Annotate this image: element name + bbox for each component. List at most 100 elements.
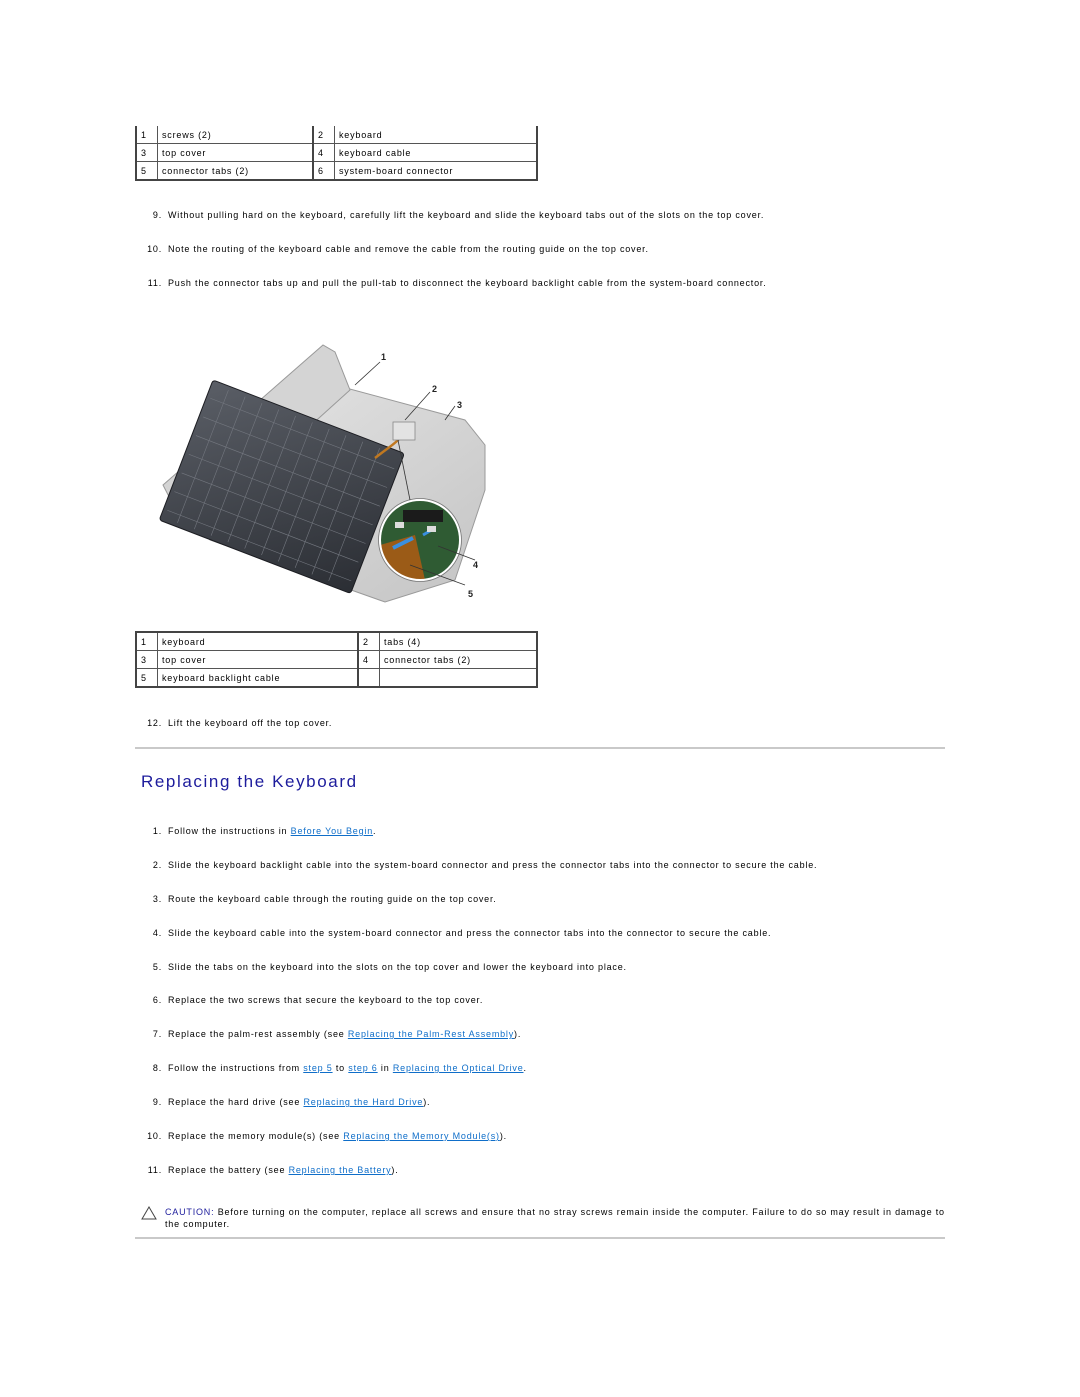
section-divider (135, 747, 945, 749)
section-divider-bottom (135, 1237, 945, 1239)
callout-table-2: 1 keyboard 2 tabs (4) 3 top cover 4 conn… (135, 631, 538, 688)
step-text: ). (391, 1165, 399, 1175)
memory-modules-link[interactable]: Replacing the Memory Module(s) (343, 1131, 500, 1141)
step-text: Replace the two screws that secure the k… (168, 995, 484, 1005)
callout-label: top cover (157, 143, 314, 162)
step-number: 9. (152, 210, 162, 220)
step-text: Replace the battery (see (168, 1165, 289, 1175)
step-number: 12. (147, 718, 162, 728)
callout-number: 1 (135, 126, 158, 144)
replace-step-4: 4. Slide the keyboard cable into the syst… (140, 928, 940, 938)
callout-number: 6 (312, 161, 335, 181)
callout-1-label: 1 (381, 352, 387, 362)
replace-step-7: 7. Replace the palm-rest assembly (see Re… (140, 1029, 940, 1039)
step-text: Replace the memory module(s) (see (168, 1131, 344, 1141)
palm-rest-assembly-link[interactable]: Replacing the Palm-Rest Assembly (348, 1029, 514, 1039)
callout-number: 5 (135, 668, 158, 688)
step-number: 11. (147, 1165, 162, 1175)
callout-label: keyboard (157, 631, 359, 651)
table-row: 5 connector tabs (2) 6 system-board conn… (135, 161, 538, 181)
callout-label: tabs (4) (379, 631, 538, 651)
callout-number: 2 (312, 126, 335, 144)
step-text: ). (499, 1131, 507, 1141)
step-text: . (373, 826, 377, 836)
replace-step-6: 6. Replace the two screws that secure the… (140, 995, 940, 1005)
table-row: 1 keyboard 2 tabs (4) (135, 631, 538, 651)
replace-step-3: 3. Route the keyboard cable through the r… (140, 894, 940, 904)
caution-text-block: CAUTION: Before turning on the computer,… (165, 1206, 945, 1230)
callout-number: 4 (312, 143, 335, 162)
callout-4-label: 4 (473, 560, 479, 570)
step-number: 1. (152, 826, 162, 836)
step-number: 10. (147, 1131, 162, 1141)
table-row: 5 keyboard backlight cable (135, 668, 538, 688)
replace-step-2: 2. Slide the keyboard backlight cable int… (140, 860, 940, 870)
callout-label: top cover (157, 650, 359, 669)
removal-step-11: 11. Push the connector tabs up and pull t… (140, 278, 940, 288)
step-number: 8. (152, 1063, 162, 1073)
step-number: 6. (152, 995, 162, 1005)
step-number: 11. (147, 278, 162, 288)
keyboard-removal-illustration: 1 2 3 4 5 (159, 344, 486, 603)
callout-label: connector tabs (2) (379, 650, 538, 669)
callout-number (357, 668, 380, 688)
callout-number: 4 (357, 650, 380, 669)
callout-table-1: 1 screws (2) 2 keyboard 3 top cover 4 ke… (135, 126, 538, 181)
callout-label: keyboard (334, 126, 538, 144)
callout-number: 1 (135, 631, 158, 651)
step-text: Note the routing of the keyboard cable a… (168, 244, 649, 254)
step-text: Replace the palm-rest assembly (see (168, 1029, 348, 1039)
caution-label: CAUTION: (165, 1207, 215, 1217)
replace-step-8: 8. Follow the instructions from step 5 to… (140, 1063, 940, 1073)
step-5-link[interactable]: step 5 (303, 1063, 332, 1073)
section-title: Replacing the Keyboard (141, 772, 358, 791)
step-text: Slide the keyboard cable into the system… (168, 928, 772, 938)
step-text: Without pulling hard on the keyboard, ca… (168, 210, 765, 220)
step-number: 3. (152, 894, 162, 904)
step-number: 7. (152, 1029, 162, 1039)
step-number: 2. (152, 860, 162, 870)
step-text: Slide the tabs on the keyboard into the … (168, 962, 627, 972)
step-number: 10. (147, 244, 162, 254)
step-text: Route the keyboard cable through the rou… (168, 894, 497, 904)
step-text: Follow the instructions from (168, 1063, 304, 1073)
removal-step-9: 9. Without pulling hard on the keyboard, … (140, 210, 940, 220)
table-row: 3 top cover 4 connector tabs (2) (135, 650, 538, 669)
step-text: Follow the instructions in (168, 826, 291, 836)
callout-number: 3 (135, 143, 158, 162)
step-text: ). (514, 1029, 522, 1039)
callout-3-label: 3 (457, 400, 463, 410)
replace-step-11: 11. Replace the battery (see Replacing th… (140, 1165, 940, 1175)
step-text: Lift the keyboard off the top cover. (168, 718, 333, 728)
callout-2-label: 2 (432, 384, 438, 394)
replace-step-5: 5. Slide the tabs on the keyboard into th… (140, 962, 940, 972)
step-text: Slide the keyboard backlight cable into … (168, 860, 818, 870)
callout-5-label: 5 (468, 589, 474, 599)
callout-label: system-board connector (334, 161, 538, 181)
table-row: 1 screws (2) 2 keyboard (135, 126, 538, 144)
step-text: . (523, 1063, 527, 1073)
callout-number: 3 (135, 650, 158, 669)
replace-step-1: 1. Follow the instructions in Before You … (140, 826, 940, 836)
caution-text: Before turning on the computer, replace … (165, 1207, 945, 1229)
step-6-link[interactable]: step 6 (348, 1063, 377, 1073)
battery-link[interactable]: Replacing the Battery (289, 1165, 392, 1175)
step-text: Replace the hard drive (see (168, 1097, 304, 1107)
step-text: ). (423, 1097, 431, 1107)
warning-triangle-icon (141, 1206, 157, 1220)
optical-drive-link[interactable]: Replacing the Optical Drive (393, 1063, 524, 1073)
callout-label: keyboard backlight cable (157, 668, 359, 688)
step-number: 4. (152, 928, 162, 938)
callout-label: screws (2) (157, 126, 314, 144)
step-text: Push the connector tabs up and pull the … (168, 278, 767, 288)
replace-step-9: 9. Replace the hard drive (see Replacing … (140, 1097, 940, 1107)
callout-number: 2 (357, 631, 380, 651)
callout-label: keyboard cable (334, 143, 538, 162)
removal-step-10: 10. Note the routing of the keyboard cabl… (140, 244, 940, 254)
removal-step-12: 12. Lift the keyboard off the top cover. (140, 718, 940, 728)
step-number: 5. (152, 962, 162, 972)
callout-label: connector tabs (2) (157, 161, 314, 181)
before-you-begin-link[interactable]: Before You Begin (291, 826, 373, 836)
table-row: 3 top cover 4 keyboard cable (135, 143, 538, 162)
hard-drive-link[interactable]: Replacing the Hard Drive (303, 1097, 423, 1107)
